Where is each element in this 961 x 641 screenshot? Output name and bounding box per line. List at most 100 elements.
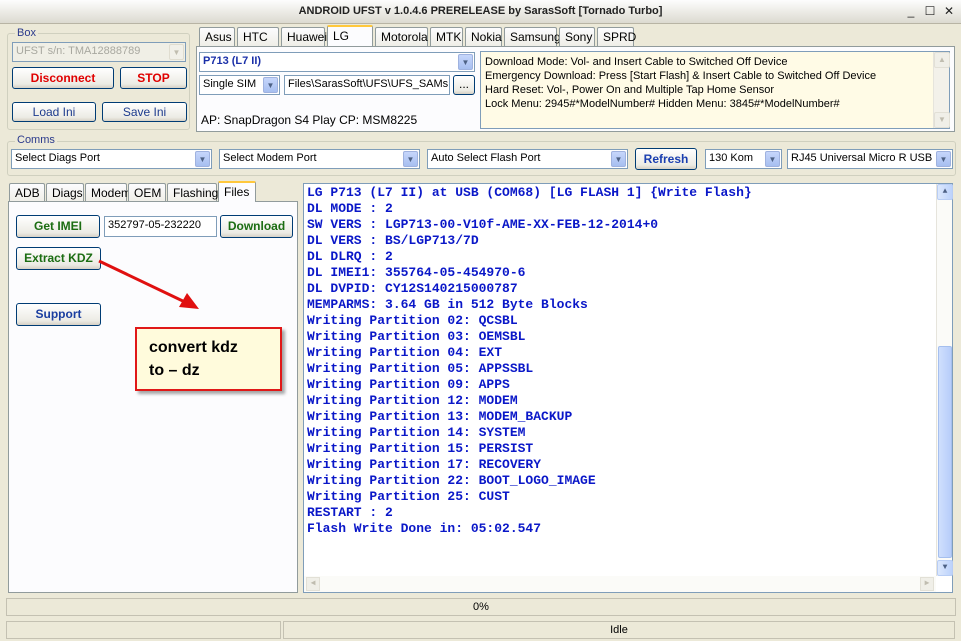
tab-lg[interactable]: LG (327, 25, 373, 46)
minimize-button[interactable]: _ (903, 4, 919, 20)
info-line: Hard Reset: Vol-, Power On and Multiple … (485, 84, 774, 96)
info-memo[interactable]: Download Mode: Vol- and Insert Cable to … (480, 51, 950, 129)
status-text: Idle (610, 624, 628, 636)
stop-button[interactable]: STOP (120, 67, 187, 89)
flash-port-combo[interactable]: Auto Select Flash Port ▼ (427, 149, 628, 169)
tab-sony[interactable]: Sony (559, 27, 595, 46)
info-scrollbar[interactable]: ▲ ▼ (933, 52, 950, 128)
log-line: DL DVPID: CY12S140215000787 (307, 281, 518, 296)
info-line: Download Mode: Vol- and Insert Cable to … (485, 56, 788, 68)
log-panel[interactable]: LG P713 (L7 II) at USB (COM68) [LG FLASH… (303, 183, 953, 593)
log-line: RESTART : 2 (307, 505, 393, 520)
tab-modem[interactable]: Modem (85, 183, 131, 202)
load-ini-button[interactable]: Load Ini (12, 102, 96, 122)
sim-combo[interactable]: Single SIM ▼ (199, 75, 280, 95)
comms-legend: Comms (15, 134, 57, 146)
flash-port-value: Auto Select Flash Port (431, 152, 541, 164)
tab-asus[interactable]: Asus (199, 27, 235, 46)
log-line: Writing Partition 15: PERSIST (307, 441, 534, 456)
annotation-arrow (98, 259, 199, 309)
tab-files[interactable]: Files (218, 181, 256, 202)
scroll-down-icon[interactable]: ▼ (937, 560, 953, 576)
scroll-up-icon[interactable]: ▲ (937, 184, 953, 200)
info-line: Emergency Download: Press [Start Flash] … (485, 70, 877, 82)
tab-nokia[interactable]: Nokia (465, 27, 502, 46)
box-group-legend: Box (15, 27, 38, 39)
tab-diags[interactable]: Diags (46, 183, 84, 202)
serial-combo[interactable]: UFST s/n: TMA12888789 ▼ (12, 42, 186, 62)
cable-combo[interactable]: RJ45 Universal Micro R USB ▼ (787, 149, 953, 169)
title-bar: ANDROID UFST v 1.0.4.6 PRERELEASE by Sar… (0, 0, 961, 24)
log-line: Writing Partition 12: MODEM (307, 393, 518, 408)
save-ini-button[interactable]: Save Ini (102, 102, 187, 122)
path-field[interactable]: Files\SarasSoft\UFS\UFS_SAMs (284, 75, 450, 95)
chevron-down-icon: ▼ (169, 44, 184, 60)
extract-kdz-button[interactable]: Extract KDZ (16, 247, 101, 270)
download-button[interactable]: Download (220, 215, 293, 238)
log-line: Writing Partition 14: SYSTEM (307, 425, 526, 440)
cable-value: RJ45 Universal Micro R USB (791, 152, 933, 164)
annotation-callout: convert kdz to – dz (135, 327, 282, 391)
browse-button[interactable]: ... (453, 75, 475, 95)
log-line: LG P713 (L7 II) at USB (COM68) [LG FLASH… (307, 185, 752, 200)
chevron-down-icon: ▼ (611, 151, 626, 167)
log-line: Writing Partition 04: EXT (307, 345, 503, 360)
scroll-up-icon[interactable]: ▲ (934, 52, 950, 68)
log-line: Writing Partition 22: BOOT_LOGO_IMAGE (307, 473, 596, 488)
close-button[interactable]: ✕ (941, 4, 957, 20)
log-line: DL MODE : 2 (307, 201, 393, 216)
disconnect-button[interactable]: Disconnect (12, 67, 114, 89)
progress-text: 0% (473, 601, 489, 613)
chevron-down-icon: ▼ (936, 151, 951, 167)
tab-samsung[interactable]: Samsung (504, 27, 561, 46)
annotation-line: convert kdz (149, 339, 238, 356)
window-title: ANDROID UFST v 1.0.4.6 PRERELEASE by Sar… (298, 5, 663, 17)
modem-port-value: Select Modem Port (223, 152, 317, 164)
serial-combo-value: UFST s/n: TMA12888789 (16, 45, 141, 57)
log-line: Writing Partition 02: QCSBL (307, 313, 518, 328)
modem-port-combo[interactable]: Select Modem Port ▼ (219, 149, 420, 169)
log-line: DL IMEI1: 355764-05-454970-6 (307, 265, 526, 280)
diags-port-value: Select Diags Port (15, 152, 100, 164)
scroll-down-icon[interactable]: ▼ (934, 112, 950, 128)
tab-adb[interactable]: ADB (9, 183, 45, 202)
sim-combo-value: Single SIM (203, 78, 257, 90)
tab-flashing[interactable]: Flashing (167, 183, 218, 202)
platform-info: AP: SnapDragon S4 Play CP: MSM8225 (201, 113, 418, 127)
speed-value: 130 Kom (709, 152, 754, 164)
chevron-down-icon: ▼ (458, 54, 473, 70)
log-line: MEMPARMS: 3.64 GB in 512 Byte Blocks (307, 297, 588, 312)
tab-motorola[interactable]: Motorola (375, 27, 428, 46)
scroll-right-icon[interactable]: ▶ (920, 577, 934, 591)
log-hscrollbar[interactable]: ◀ ▶ (304, 576, 936, 592)
tab-sprd[interactable]: SPRD (597, 27, 636, 46)
tab-htc[interactable]: HTC (237, 27, 279, 46)
log-line: DL DLRQ : 2 (307, 249, 393, 264)
chevron-down-icon: ▼ (765, 151, 780, 167)
log-line: Writing Partition 17: RECOVERY (307, 457, 542, 472)
chevron-down-icon: ▼ (195, 151, 210, 167)
diags-port-combo[interactable]: Select Diags Port ▼ (11, 149, 212, 169)
log-line: Writing Partition 03: OEMSBL (307, 329, 526, 344)
scroll-left-icon[interactable]: ◀ (306, 577, 320, 591)
log-line: SW VERS : LGP713-00-V10f-AME-XX-FEB-12-2… (307, 217, 659, 232)
tab-mtk[interactable]: MTK (430, 27, 463, 46)
model-combo[interactable]: P713 (L7 II) ▼ (199, 52, 475, 72)
log-line: Writing Partition 09: APPS (307, 377, 510, 392)
progress-bar: 0% (6, 598, 956, 616)
speed-combo[interactable]: 130 Kom ▼ (705, 149, 782, 169)
refresh-button[interactable]: Refresh (635, 148, 697, 170)
log-line: Writing Partition 05: APPSSBL (307, 361, 534, 376)
log-scrollbar[interactable]: ▲ ▼ (936, 184, 953, 576)
tab-huawei[interactable]: Huawei (281, 27, 327, 46)
get-imei-button[interactable]: Get IMEI (16, 215, 100, 238)
imei-field[interactable]: 352797-05-232220 (104, 216, 217, 237)
support-button[interactable]: Support (16, 303, 101, 326)
status-bar: Idle (283, 621, 955, 639)
tab-oem[interactable]: OEM (128, 183, 166, 202)
maximize-button[interactable]: ☐ (922, 4, 938, 20)
chevron-down-icon: ▼ (263, 77, 278, 93)
scroll-thumb[interactable] (938, 346, 952, 558)
log-lines: LG P713 (L7 II) at USB (COM68) [LG FLASH… (307, 184, 952, 537)
model-combo-value: P713 (L7 II) (203, 55, 262, 67)
